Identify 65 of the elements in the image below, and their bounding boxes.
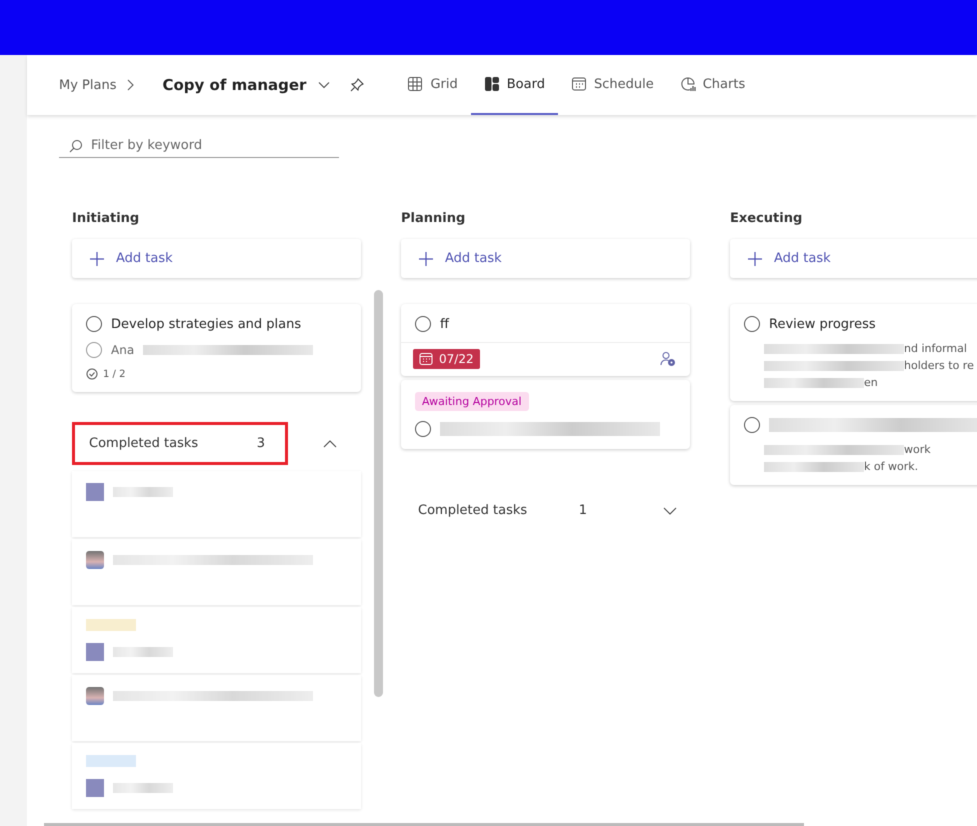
- pin-icon[interactable]: [350, 78, 364, 92]
- chevron-icon: [322, 440, 336, 448]
- plus-icon: [748, 252, 762, 266]
- column-title: Planning: [401, 211, 466, 228]
- task-card[interactable]: Develop strategies and plans Ana 1 / 2: [72, 304, 361, 392]
- task-title: Review progress: [769, 316, 876, 332]
- task-title: ff: [440, 316, 449, 332]
- charts-icon: [680, 76, 696, 92]
- add-task-button[interactable]: Add task: [401, 239, 690, 278]
- note-text: en: [864, 376, 878, 389]
- assign-person-icon[interactable]: [660, 351, 676, 367]
- task-card[interactable]: Awaiting Approval: [401, 380, 690, 449]
- chevron-right-icon: [126, 79, 134, 91]
- completed-tasks-toggle[interactable]: Completed tasks 1: [401, 489, 640, 532]
- plus-icon: [419, 252, 433, 266]
- label-tag: [86, 755, 136, 767]
- note-text: holders to re: [904, 359, 974, 372]
- add-task-button[interactable]: Add task: [730, 239, 977, 278]
- view-tab[interactable]: Charts: [666, 55, 758, 115]
- note-text: k of work.: [864, 460, 918, 473]
- view-tab[interactable]: Grid: [394, 55, 471, 115]
- checkbox-circle[interactable]: [86, 342, 102, 358]
- schedule-icon: [570, 76, 587, 92]
- checklist-count: 1 / 2: [103, 368, 126, 380]
- checkbox-circle[interactable]: [744, 316, 760, 332]
- blurred-text: [113, 783, 173, 793]
- due-date: 07/22: [413, 349, 480, 369]
- completed-tasks-toggle[interactable]: Completed tasks 3: [72, 422, 288, 465]
- breadcrumb-link[interactable]: My Plans: [59, 78, 116, 92]
- subtask-text: Ana: [111, 343, 134, 357]
- checkbox-circle[interactable]: [415, 421, 431, 437]
- label-tag: [86, 619, 136, 631]
- checkbox-circle[interactable]: [744, 417, 760, 433]
- avatar-icon: [86, 483, 104, 501]
- label-tag: Awaiting Approval: [415, 392, 528, 411]
- checkmark-circle-icon: [86, 368, 98, 380]
- avatar-icon: [86, 687, 104, 705]
- calendar-icon: [419, 352, 433, 366]
- task-title: Develop strategies and plans: [111, 316, 302, 332]
- scrollbar[interactable]: [44, 823, 804, 826]
- view-tab[interactable]: Schedule: [558, 55, 667, 115]
- blurred-text: [113, 487, 173, 497]
- column-title: Initiating: [72, 211, 140, 228]
- task-card[interactable]: work k of work.: [730, 405, 977, 485]
- scrollbar[interactable]: [374, 290, 383, 697]
- view-tab[interactable]: Board: [470, 55, 558, 115]
- avatar-icon: [86, 779, 104, 797]
- grid-icon: [407, 76, 424, 92]
- plan-title[interactable]: Copy of manager: [162, 76, 306, 94]
- note-text: work: [904, 443, 931, 456]
- task-card[interactable]: Review progress nd informal holders to re en: [730, 304, 977, 401]
- plus-icon: [90, 252, 104, 266]
- chevron-icon: [663, 506, 677, 514]
- search-icon: [69, 138, 83, 152]
- column-title: Executing: [730, 211, 804, 228]
- note-text: nd informal: [904, 342, 967, 355]
- checkbox-circle[interactable]: [415, 316, 431, 332]
- avatar-icon: [86, 643, 104, 661]
- board-icon: [484, 76, 500, 92]
- blurred-text: [113, 647, 173, 657]
- checkbox-circle[interactable]: [86, 316, 102, 332]
- avatar-icon: [86, 551, 104, 569]
- chevron-down-icon[interactable]: [318, 81, 330, 89]
- task-card[interactable]: ff 07/22: [401, 304, 690, 376]
- add-task-button[interactable]: Add task: [72, 239, 361, 278]
